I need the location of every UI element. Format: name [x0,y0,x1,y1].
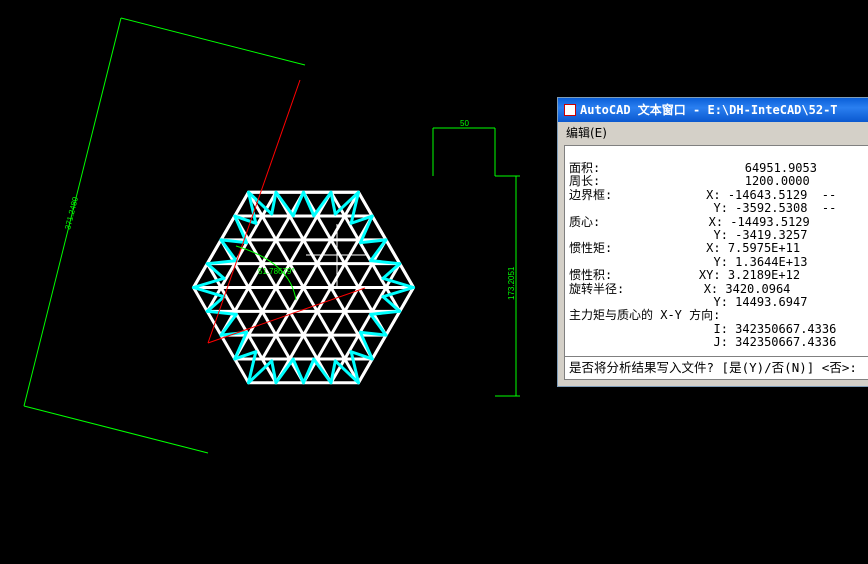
tiling-edge [343,309,360,337]
tiling-edge [274,238,292,266]
dimension-left-label: 371.2480 [63,195,80,230]
highlight-edge [369,312,388,337]
tiling-edge [288,333,305,361]
highlight-edge [369,238,388,263]
tiling-edge [329,238,347,266]
highlight-edge [219,238,238,263]
tiling-edge [260,286,278,313]
tiling-edge [288,309,305,337]
tiling-edge [274,286,292,313]
tiling-edge [274,333,292,361]
tiling-edge [357,286,374,313]
tiling-edge [329,333,347,361]
tiling-edge [329,262,347,289]
highlight-edge [302,357,316,385]
menu-bar: 编辑(E) [558,123,868,143]
tiling-edge [288,238,305,266]
tiling-edge [315,238,333,266]
tiling-edge [302,286,319,313]
tiling-edge [302,214,319,242]
highlight-edge [219,312,238,337]
tiling-edge [233,262,250,289]
tiling-edge [260,333,278,361]
tiling-edge [302,309,319,337]
dimension-top-label: 50 [460,119,469,128]
rhombus-tiling [192,190,415,385]
tiling-edge [302,333,319,361]
crosshair-cursor [306,224,368,286]
tiling-edge [315,262,333,289]
tiling-edge [247,309,264,337]
tiling-edge [288,214,305,242]
tiling-edge [247,238,264,266]
tiling-edge [329,309,347,337]
tiling-edge [357,262,374,289]
command-prompt[interactable]: 是否将分析结果写入文件? [是(Y)/否(N)] <否>: [565,356,868,379]
text-window-titlebar[interactable]: AutoCAD 文本窗口 - E:\DH-InteCAD\52-T [558,98,868,122]
tiling-edge [247,286,264,313]
highlight-edge [274,357,295,385]
tiling-edge [302,262,319,289]
tiling-edge [260,214,278,242]
tiling-edge [315,333,333,361]
text-window[interactable]: AutoCAD 文本窗口 - E:\DH-InteCAD\52-T 编辑(E) … [557,97,868,387]
angle-dimension-label: 51.78679° [258,267,295,276]
highlight-edge [291,357,305,385]
highlight-edge [312,357,333,385]
tiling-edge [343,238,360,266]
highlight-edge [270,359,278,385]
highlight-edge [312,190,333,218]
tiling-edge [315,309,333,337]
menu-edit[interactable]: 编辑(E) [566,126,607,140]
highlight-edge [329,359,337,385]
tiling-edge [315,214,333,242]
text-output[interactable]: 面积: 64951.9053 周长: 1200.0000 边界框: X: -14… [564,145,868,380]
tiling-edge [302,238,319,266]
highlight-edge [329,190,337,216]
tiling-edge [315,286,333,313]
highlight-edge [291,190,305,218]
tiling-edge [274,214,292,242]
highlight-edge [302,190,316,218]
tiling-edge [288,286,305,313]
tiling-edge [233,286,250,313]
highlight-edge [270,190,278,216]
dimension-right-label: 173.2051 [507,266,516,300]
highlight-edge [274,190,295,218]
window-title: AutoCAD 文本窗口 - E:\DH-InteCAD\52-T [580,103,838,117]
massprop-output: 面积: 64951.9053 周长: 1200.0000 边界框: X: -14… [569,161,837,350]
tiling-edge [329,214,347,242]
tiling-edge [343,262,360,289]
autocad-app-icon [564,104,576,116]
